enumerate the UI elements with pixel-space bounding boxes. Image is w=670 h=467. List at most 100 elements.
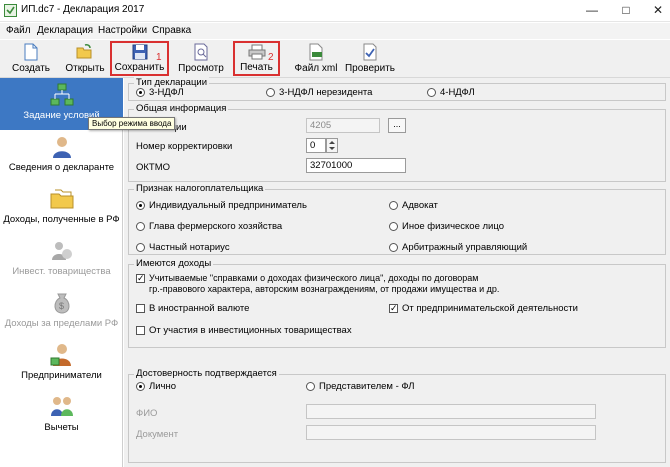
nav-item-income-rf[interactable]: Доходы, полученные в РФ [0,182,123,234]
correction-input[interactable]: 0 [306,138,326,153]
menu-settings[interactable]: Настройки [98,25,147,36]
label-other-individual: Иное физическое лицо [402,221,504,232]
checkbox-business-income[interactable]: ✓ [389,304,398,313]
xml-file-button[interactable]: Файл xml [294,42,338,76]
radio-lawyer[interactable] [389,201,398,210]
radio-3ndfl-nonresident[interactable] [266,88,275,97]
radio-farmer[interactable] [136,222,145,231]
money-bag-icon: $ [54,293,69,314]
nav-label-income-rf: Доходы, полученные в РФ [3,214,120,225]
nav-item-investment[interactable]: Инвест. товарищества [0,234,123,286]
navigation-panel: Задание условий Сведения о декларанте До… [0,78,123,467]
inspection-input[interactable]: 4205 [306,118,380,133]
save-label: Сохранить [114,62,165,73]
minimize-button[interactable]: — [584,3,600,17]
check-document-icon [363,43,377,61]
menu-help[interactable]: Справка [152,25,191,36]
svg-text:$: $ [59,301,64,311]
nav-label-income-abroad: Доходы за пределами РФ [4,318,119,329]
menu-bar: Файл Декларация Настройки Справка [0,23,670,39]
label-business-income: От предпринимательской деятельности [402,303,578,314]
oktmo-label: ОКТМО [136,162,171,173]
preview-button[interactable]: Просмотр [176,42,226,76]
nav-label-entrepreneurs: Предприниматели [21,370,102,381]
hierarchy-icon [50,83,73,106]
save-marker: 1 [156,52,162,63]
menu-declaration[interactable]: Декларация [37,25,93,36]
app-icon [4,4,17,17]
businessman-icon [50,344,71,366]
radio-3ndfl[interactable] [136,88,145,97]
radio-arbitration-manager[interactable] [389,243,398,252]
menu-file[interactable]: Файл [6,25,31,36]
radio-other-individual[interactable] [389,222,398,231]
taxpayer-title: Признак налогоплательщика [134,183,266,194]
label-investment-income: От участия в инвестиционных товарищества… [149,325,352,336]
inspection-browse-button[interactable]: ... [388,118,406,133]
new-document-icon [24,43,38,61]
open-folder-icon [76,44,92,59]
open-label: Открыть [65,63,105,74]
nav-label-declarant: Сведения о декларанте [8,162,115,173]
oktmo-input[interactable]: 32701000 [306,158,406,173]
general-info-title: Общая информация [134,103,229,114]
maximize-button[interactable]: □ [618,3,634,17]
nav-item-income-abroad[interactable]: $ Доходы за пределами РФ [0,286,123,338]
check-label: Проверить [344,63,395,74]
fio-input[interactable] [306,404,596,419]
handshake-icon [51,242,72,260]
close-button[interactable]: ✕ [650,3,666,17]
label-individual-entrepreneur: Индивидуальный предприниматель [149,200,307,211]
nav-label-deductions: Вычеты [44,422,79,433]
checkbox-investment-income[interactable] [136,326,145,335]
document-label: Документ [136,429,179,440]
open-button[interactable]: Открыть [62,42,108,76]
nav-label-investment: Инвест. товарищества [12,266,111,277]
xml-file-label: Файл xml [294,63,338,74]
reliability-title: Достоверность подтверждается [134,368,279,379]
fio-label: ФИО [136,408,158,419]
preview-icon [194,43,208,61]
label-4ndfl: 4-НДФЛ [440,87,475,98]
label-foreign-currency: В иностранной валюте [149,303,250,314]
radio-individual-entrepreneur[interactable] [136,201,145,210]
label-lawyer: Адвокат [402,200,438,211]
label-personal: Лично [149,381,177,392]
label-reports-income-line2: гр.-правового характера, авторским возна… [149,284,500,294]
label-3ndfl-nonresident: 3-НДФЛ нерезидента [279,87,373,98]
toolbar: Создать Открыть Сохранить 1 Просмотр Печ… [0,40,670,78]
main-form: Тип декларации 3-НДФЛ 3-НДФЛ нерезидента… [124,77,670,467]
checkbox-foreign-currency[interactable] [136,304,145,313]
label-arbitration-manager: Арбитражный управляющий [402,242,528,253]
person-icon [52,137,71,158]
label-farmer: Глава фермерского хозяйства [149,221,283,232]
nav-item-entrepreneurs[interactable]: Предприниматели [0,338,123,390]
spin-arrows-icon [329,141,335,150]
label-3ndfl: 3-НДФЛ [149,87,184,98]
radio-notary[interactable] [136,243,145,252]
income-title: Имеются доходы [134,258,214,269]
print-label: Печать [240,62,273,73]
tooltip: Выбор режима ввода [88,117,176,130]
check-button[interactable]: Проверить [344,42,396,76]
correction-label: Номер корректировки [136,141,233,152]
correction-stepper[interactable] [326,138,338,153]
radio-personal[interactable] [136,382,145,391]
label-notary: Частный нотариус [149,242,230,253]
folders-icon [50,189,73,209]
create-label: Создать [11,63,50,74]
printer-icon [248,44,265,60]
floppy-disk-icon [132,44,147,60]
create-button[interactable]: Создать [8,42,54,76]
print-marker: 2 [268,52,274,63]
label-representative: Представителем - ФЛ [319,381,415,392]
nav-item-declarant[interactable]: Сведения о декларанте [0,130,123,182]
title-bar: ИП.dc7 - Декларация 2017 — □ ✕ [0,0,670,22]
family-icon [50,397,73,416]
label-reports-income-line1: Учитываемые "справками о доходах физичес… [149,273,479,283]
nav-item-deductions[interactable]: Вычеты [0,390,123,442]
checkbox-reports-income[interactable]: ✓ [136,274,145,283]
radio-4ndfl[interactable] [427,88,436,97]
document-input[interactable] [306,425,596,440]
radio-representative[interactable] [306,382,315,391]
